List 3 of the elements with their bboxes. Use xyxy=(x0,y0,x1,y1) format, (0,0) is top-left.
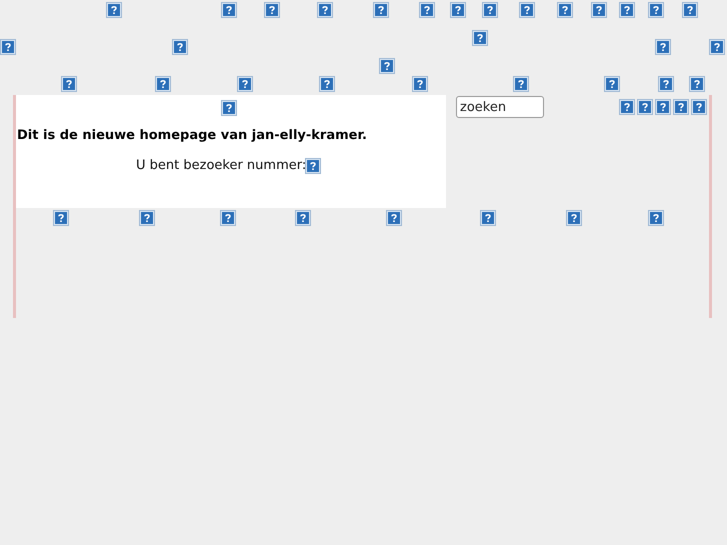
page-heading: Dit is de nieuwe homepage van jan-elly-kramer. xyxy=(16,128,368,143)
visitor-label: U bent bezoeker nummer: xyxy=(136,158,306,173)
search-field[interactable]: zoeken xyxy=(456,96,544,118)
